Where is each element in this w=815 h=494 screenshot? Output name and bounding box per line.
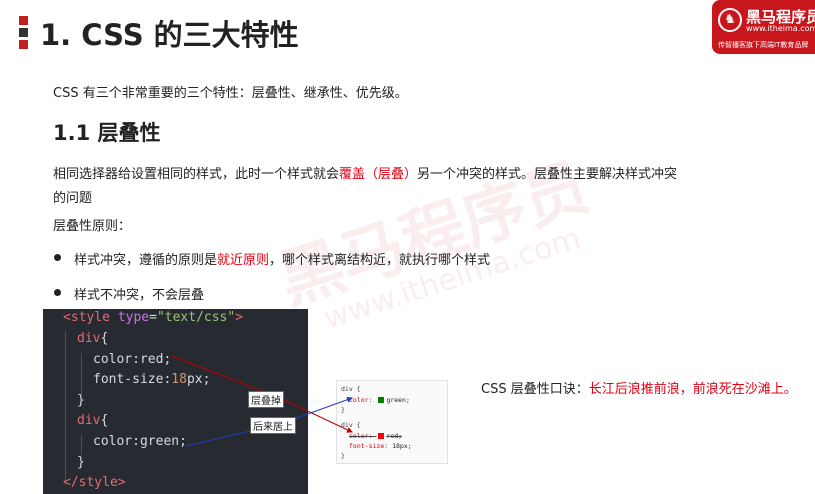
mnemonic: CSS 层叠性口诀：长江后浪推前浪，前浪死在沙滩上。 [481,378,797,397]
mnemonic-text: 长江后浪推前浪，前浪死在沙滩上。 [588,382,797,397]
callout-covered: 层叠掉 [248,391,284,408]
mnemonic-label: CSS 层叠性口诀： [481,382,589,397]
callout-later-wins: 后来居上 [250,417,296,434]
annotation-arrows [171,355,353,447]
